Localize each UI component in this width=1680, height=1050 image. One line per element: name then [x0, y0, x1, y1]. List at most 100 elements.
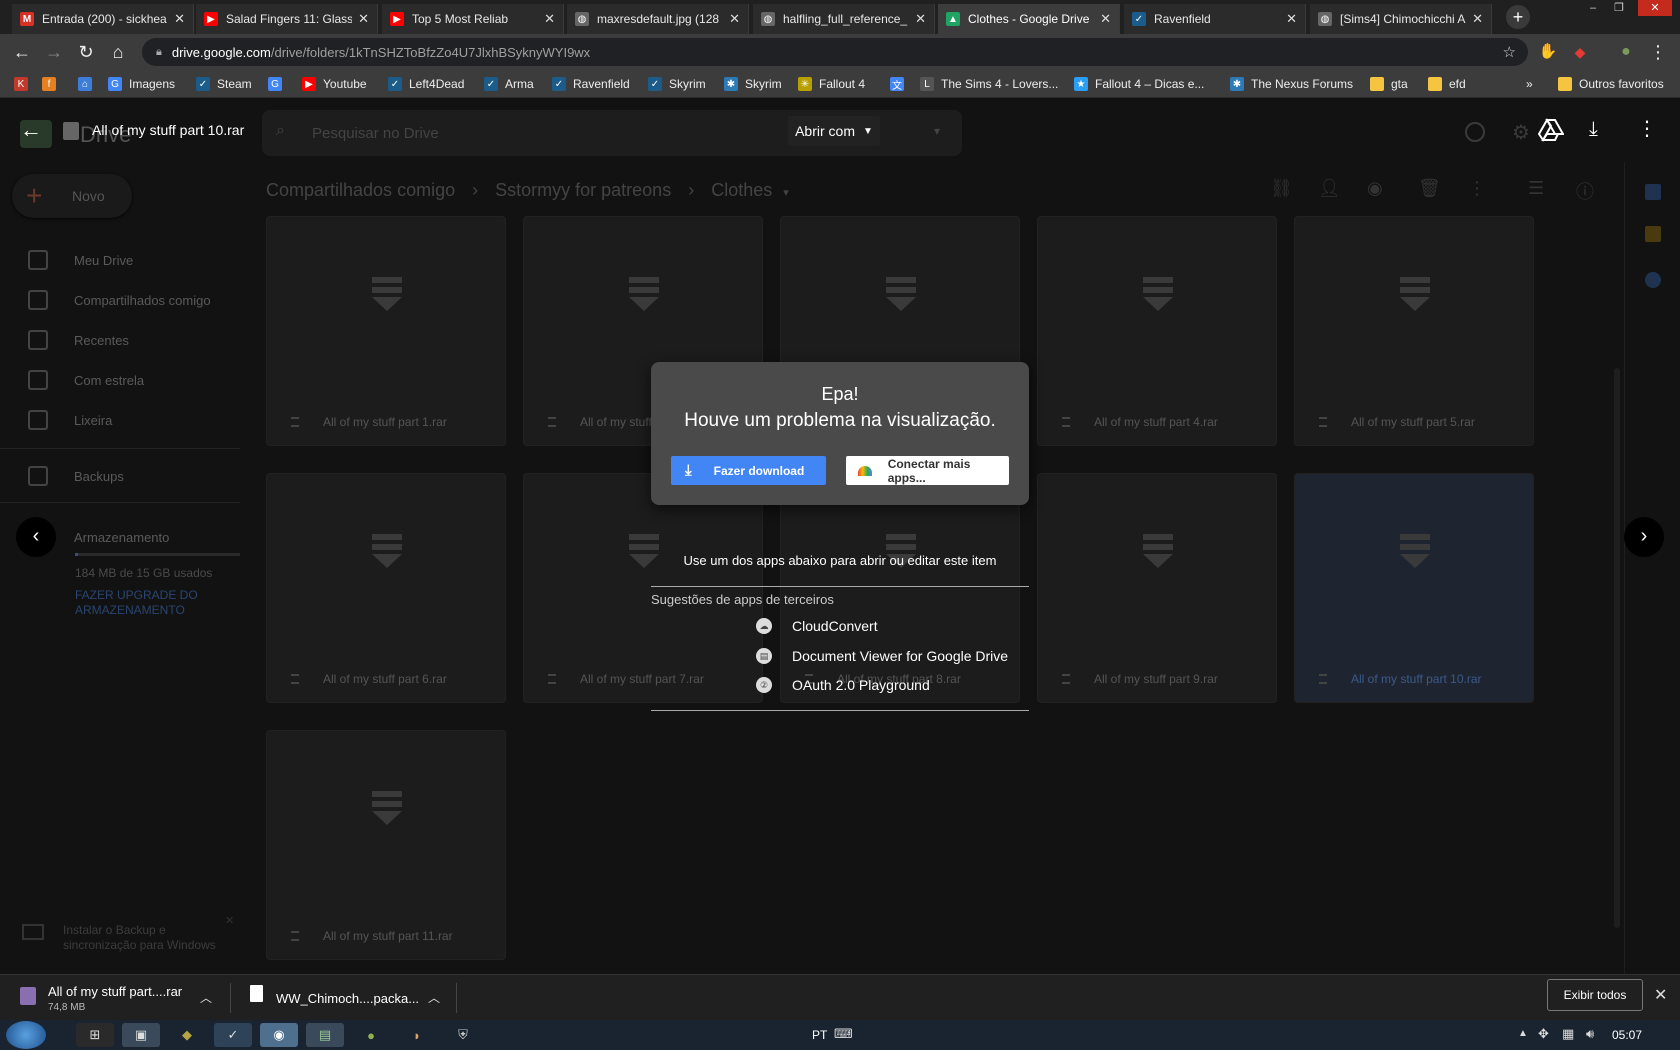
- bookmark-item[interactable]: ✓ Left4Dead: [388, 75, 464, 93]
- bookmark-star-icon[interactable]: ☆: [1503, 43, 1516, 61]
- home-icon[interactable]: ⌂: [106, 40, 130, 64]
- close-tab-icon[interactable]: ✕: [1472, 11, 1483, 27]
- close-shelf-icon[interactable]: ✕: [1654, 985, 1667, 1005]
- browser-tab[interactable]: ▲ Clothes - Google Drive ✕: [938, 4, 1120, 34]
- bookmark-item[interactable]: ✓ Skyrim: [648, 75, 706, 93]
- taskbar-app-icon[interactable]: ▤: [306, 1023, 344, 1047]
- next-file-button[interactable]: ›: [1624, 517, 1664, 557]
- bookmark-item[interactable]: ✱ The Nexus Forums: [1230, 75, 1353, 93]
- restore-icon[interactable]: ❐: [1608, 0, 1630, 16]
- browser-tab[interactable]: ◍ maxresdefault.jpg (128 ✕: [567, 4, 749, 34]
- bookmark-item[interactable]: L The Sims 4 - Lovers...: [920, 75, 1058, 93]
- bookmark-item[interactable]: K: [14, 75, 35, 93]
- clock[interactable]: 05:07: [1612, 1028, 1642, 1042]
- file-card: All of my stuff part 7.rar: [523, 473, 763, 703]
- bookmark-item[interactable]: ✱ Skyrim: [724, 75, 782, 93]
- file-card: All of my stuff part 4.rar: [1037, 216, 1277, 446]
- taskbar-app-icon[interactable]: ⊞: [76, 1023, 114, 1047]
- language-indicator[interactable]: PT: [812, 1028, 827, 1042]
- start-button[interactable]: [6, 1021, 46, 1049]
- browser-menu-icon[interactable]: ⋮: [1646, 40, 1670, 64]
- viewer-more-icon[interactable]: ⋮: [1634, 116, 1660, 146]
- extension-red-icon[interactable]: ✋: [1536, 40, 1560, 64]
- taskbar-app-icon[interactable]: ⛨: [444, 1023, 482, 1047]
- browser-tab[interactable]: ▶ Salad Fingers 11: Glass ✕: [196, 4, 378, 34]
- bookmark-item[interactable]: ✓ Steam: [196, 75, 252, 93]
- bookmark-item[interactable]: gta: [1370, 75, 1408, 93]
- bookmark-item[interactable]: ✓ Arma: [484, 75, 534, 93]
- extension-pdf-icon[interactable]: ◆: [1568, 40, 1592, 64]
- download-icon[interactable]: ⤓: [1589, 118, 1598, 141]
- close-tab-icon[interactable]: ✕: [915, 11, 926, 27]
- third-party-app-item[interactable]: ☁ CloudConvert: [756, 618, 878, 634]
- bookmark-item[interactable]: f: [42, 75, 63, 93]
- nav-item: Lixeira: [28, 410, 112, 430]
- archive-small-icon: [1319, 674, 1327, 684]
- close-tab-icon[interactable]: ✕: [1100, 11, 1111, 27]
- download-item[interactable]: WW_Chimoch....packa... ︿: [244, 981, 444, 1015]
- open-with-button[interactable]: Abrir com ▼: [788, 116, 880, 146]
- browser-tab[interactable]: ✓ Ravenfield ✕: [1124, 4, 1306, 34]
- address-bar[interactable]: 🔒︎ drive.google.com/drive/folders/1kTnSH…: [142, 38, 1528, 66]
- keyboard-icon[interactable]: ⌨: [834, 1026, 853, 1042]
- storage-bar: [75, 553, 240, 556]
- show-all-downloads-button[interactable]: Exibir todos: [1547, 979, 1643, 1011]
- chevron-up-icon[interactable]: ︿: [428, 989, 440, 1006]
- tab-title: halfling_full_reference_: [783, 12, 908, 26]
- close-tab-icon[interactable]: ✕: [544, 11, 555, 27]
- other-bookmarks-folder[interactable]: Outros favoritos: [1558, 75, 1664, 93]
- taskbar-app-icon[interactable]: ▣: [122, 1023, 160, 1047]
- viewer-back-icon[interactable]: ←: [20, 117, 42, 143]
- chevron-up-icon[interactable]: ︿: [200, 989, 212, 1006]
- bookmark-item[interactable]: ▶ Youtube: [302, 75, 367, 93]
- browser-tab[interactable]: ◍ [Sims4] Chimochicchi A ✕: [1310, 4, 1492, 34]
- new-button: + Novo: [12, 174, 132, 218]
- taskbar-steam-icon[interactable]: ✓: [214, 1023, 252, 1047]
- download-file-button[interactable]: ⤓ Fazer download: [671, 456, 826, 485]
- third-party-app-item[interactable]: ▤ Document Viewer for Google Drive: [756, 648, 1008, 664]
- bookmark-item[interactable]: G Imagens: [108, 75, 175, 93]
- close-tab-icon[interactable]: ✕: [1286, 11, 1297, 27]
- gmail-icon: M: [20, 12, 34, 26]
- connect-apps-button[interactable]: Conectar mais apps...: [846, 456, 1009, 485]
- new-tab-button[interactable]: +: [1506, 5, 1530, 29]
- network-icon[interactable]: ▦: [1562, 1026, 1574, 1042]
- minimize-icon[interactable]: –: [1582, 0, 1604, 16]
- browser-tab[interactable]: ◍ halfling_full_reference_ ✕: [753, 4, 935, 34]
- taskbar-app-icon[interactable]: ●: [352, 1023, 390, 1047]
- file-card: All of my stuff part 8.rar: [780, 473, 1020, 703]
- taskbar-chrome-icon[interactable]: ◉: [260, 1023, 298, 1047]
- close-tab-icon[interactable]: ✕: [729, 11, 740, 27]
- forward-icon[interactable]: →: [42, 40, 66, 64]
- volume-icon[interactable]: 🔊︎: [1586, 1026, 1594, 1042]
- f-icon: f: [42, 77, 56, 91]
- bookmark-item[interactable]: G: [268, 75, 289, 93]
- dropbox-icon[interactable]: ✥: [1538, 1026, 1549, 1042]
- bookmark-item[interactable]: ★ Fallout 4 – Dicas e...: [1074, 75, 1204, 93]
- browser-tab[interactable]: M Entrada (200) - sickhea ✕: [12, 4, 194, 34]
- browser-tab[interactable]: ▶ Top 5 Most Reliab ✕: [382, 4, 564, 34]
- close-tab-icon[interactable]: ✕: [358, 11, 369, 27]
- download-name: All of my stuff part....rar: [48, 984, 183, 999]
- taskbar-app-icon[interactable]: ◆: [168, 1023, 206, 1047]
- add-to-drive-icon[interactable]: [1537, 118, 1565, 142]
- close-tab-icon[interactable]: ✕: [174, 11, 185, 27]
- bookmark-item[interactable]: efd: [1428, 75, 1466, 93]
- previous-file-button[interactable]: ‹: [16, 517, 56, 557]
- download-item[interactable]: All of my stuff part....rar 74,8 MB ︿: [12, 981, 222, 1015]
- nav-item: Meu Drive: [28, 250, 133, 270]
- back-icon[interactable]: ←: [10, 40, 34, 64]
- bookmark-item[interactable]: 文: [890, 75, 911, 93]
- bookmark-item[interactable]: ✓ Ravenfield: [552, 75, 630, 93]
- third-party-app-item[interactable]: ② OAuth 2.0 Playground: [756, 677, 930, 693]
- storage-label: Armazenamento: [74, 529, 170, 545]
- taskbar-app-icon[interactable]: ◗: [398, 1023, 436, 1047]
- bookmark-item[interactable]: ✳ Fallout 4: [798, 75, 865, 93]
- tray-up-icon[interactable]: ▲: [1518, 1028, 1528, 1039]
- close-window-icon[interactable]: ✕: [1638, 0, 1672, 16]
- bookmark-label: Ravenfield: [573, 77, 630, 91]
- bookmark-item[interactable]: ⌂: [78, 75, 99, 93]
- more-bookmarks-icon[interactable]: »: [1526, 75, 1533, 93]
- profile-avatar[interactable]: ●: [1614, 40, 1638, 64]
- reload-icon[interactable]: ↻: [74, 40, 98, 64]
